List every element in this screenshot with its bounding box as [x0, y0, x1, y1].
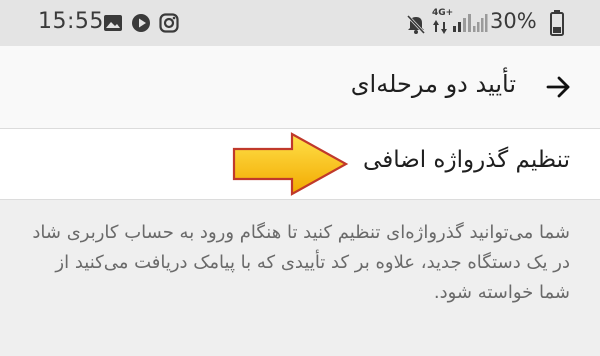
instagram-icon [159, 13, 179, 33]
image-icon [104, 15, 122, 31]
signal-icon [473, 14, 488, 32]
play-icon [132, 14, 150, 32]
battery-icon [550, 10, 564, 36]
battery-percent: 30% [490, 9, 537, 33]
list-item-label: تنظیم گذرواژه اضافی [363, 147, 570, 173]
data-activity-icon [433, 20, 447, 34]
page-title: تأیید دو مرحله‌ای [350, 70, 516, 98]
arrow-right-icon[interactable] [540, 69, 576, 105]
signal-icon [453, 14, 471, 32]
annotation-arrow-icon [232, 132, 349, 196]
clock: 15:55 [38, 9, 104, 34]
network-label: 4G+ [432, 8, 454, 18]
description-text: شما می‌توانید گذرواژه‌ای تنظیم کنید تا ه… [32, 222, 570, 303]
status-bar: 15:55 4G+ 30% [0, 0, 600, 46]
mute-icon [406, 14, 426, 35]
app-bar: تأیید دو مرحله‌ای [0, 46, 600, 129]
